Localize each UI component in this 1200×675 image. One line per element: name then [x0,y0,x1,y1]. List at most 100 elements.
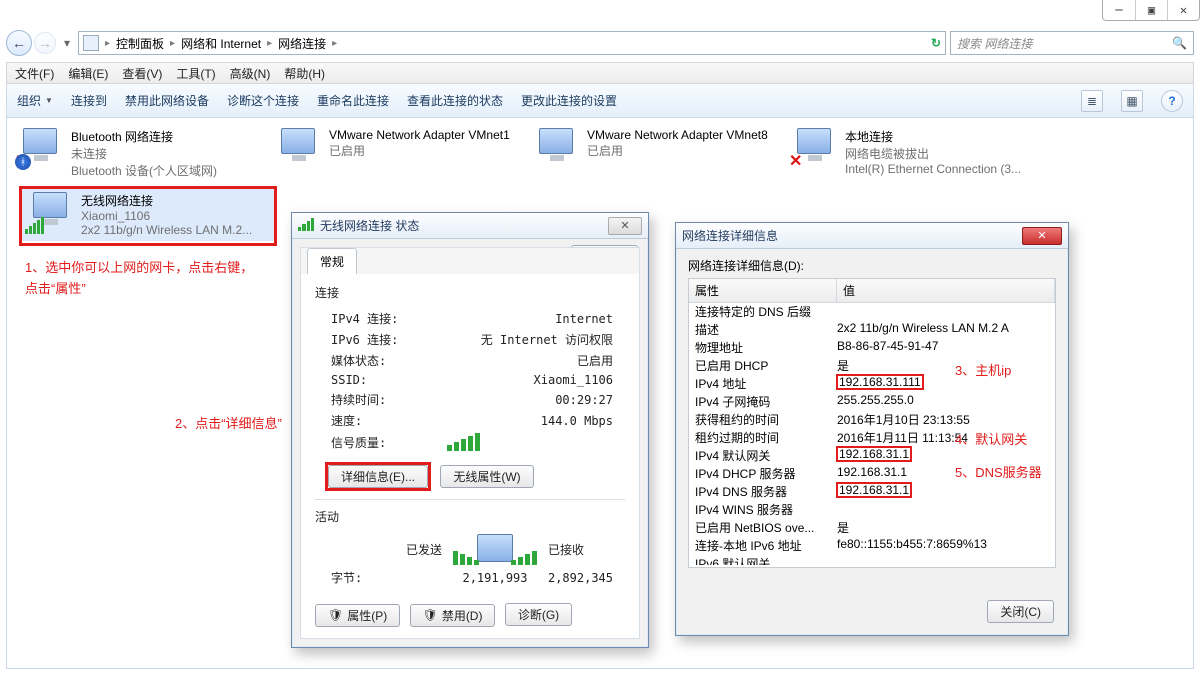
toolbar-disable[interactable]: 禁用此网络设备 [125,92,209,109]
refresh-icon[interactable]: ↻ [931,36,941,50]
details-value: 2x2 11b/g/n Wireless LAN M.2 A [837,321,1055,338]
wireless-properties-button[interactable]: 无线属性(W) [440,465,533,488]
adapter-list: ✕ᚼ Bluetooth 网络连接 未连接 Bluetooth 设备(个人区域网… [11,124,1189,183]
dialog-title: 无线网络连接 状态 [320,217,419,234]
adapter-bluetooth[interactable]: ✕ᚼ Bluetooth 网络连接 未连接 Bluetooth 设备(个人区域网… [11,124,261,183]
bytes-sent: 2,191,993 [444,568,546,587]
details-value: B8-86-87-45-91-47 [837,339,1055,356]
adapter-status: 未连接 [71,145,217,162]
signal-quality-label: 信号质量: [317,432,445,452]
minimize-button[interactable]: ─ [1103,0,1135,20]
menu-tools[interactable]: 工具(T) [176,65,215,82]
menu-bar: 文件(F) 编辑(E) 查看(V) 工具(T) 高级(N) 帮助(H) [6,62,1194,84]
menu-view[interactable]: 查看(V) [122,65,162,82]
shield-icon: 🛡 [328,608,343,622]
toolbar-status[interactable]: 查看此连接的状态 [407,92,503,109]
nav-row: ← → ▾ ▸ 控制面板 ▸ 网络和 Internet ▸ 网络连接 ▸ ↻ 搜… [6,28,1194,58]
menu-help[interactable]: 帮助(H) [284,65,325,82]
wifi-icon [298,218,314,234]
details-key: 获得租约的时间 [689,411,837,428]
details-row: 连接-本地 IPv6 地址fe80::1155:b455:7:8659%13 [689,537,1055,555]
details-value: 192.168.31.111 [837,375,1055,392]
annotation-2: 2、点击“详细信息” [175,414,282,435]
details-value: 是 [837,357,1055,374]
search-placeholder: 搜索 网络连接 [957,35,1032,52]
details-key: IPv6 默认网关 [689,555,837,565]
nav-forward-button[interactable]: → [34,32,56,54]
details-value: 255.255.255.0 [837,393,1055,410]
annotation-highlight-box: 192.168.31.1 [837,483,911,497]
annotation-highlight-box [19,186,277,246]
details-close-button[interactable]: 关闭(C) [987,600,1054,623]
annotation-highlight-box: 192.168.31.111 [837,375,923,389]
crumb-2[interactable]: 网络连接 [278,35,326,52]
close-window-button[interactable]: ✕ [1167,0,1199,20]
help-icon[interactable]: ? [1161,90,1183,112]
breadcrumb[interactable]: ▸ 控制面板 ▸ 网络和 Internet ▸ 网络连接 ▸ ↻ [78,31,946,55]
preview-pane-icon[interactable]: ▦ [1121,90,1143,112]
crumb-0[interactable]: 控制面板 [116,35,164,52]
details-value [837,501,1055,518]
details-key: 物理地址 [689,339,837,356]
details-key: 描述 [689,321,837,338]
details-key: IPv4 DHCP 服务器 [689,465,837,482]
details-value [837,303,1055,320]
annotation-3: 3、主机ip [955,361,1011,382]
properties-button[interactable]: 🛡属性(P) [315,604,400,627]
content-area: ✕ᚼ Bluetooth 网络连接 未连接 Bluetooth 设备(个人区域网… [6,118,1194,669]
crumb-sep-icon: ▸ [170,38,175,49]
toolbar-connect[interactable]: 连接到 [71,92,107,109]
details-key: 连接-本地 IPv6 地址 [689,537,837,554]
crumb-1[interactable]: 网络和 Internet [181,35,261,52]
toolbar-settings[interactable]: 更改此连接的设置 [521,92,617,109]
section-activity: 活动 [315,508,625,525]
annotation-highlight-box: 详细信息(E)... [325,462,431,491]
dialog-close-button[interactable]: ✕ [608,217,642,235]
col-value[interactable]: 值 [837,279,1055,302]
computer-icon [477,534,513,562]
details-value: 是 [837,519,1055,536]
adapter-title: 本地连接 [845,128,1021,145]
view-mode-icon[interactable]: ≣ [1081,90,1103,112]
diagnose-button[interactable]: 诊断(G) [505,603,572,626]
restore-button[interactable]: ▣ [1135,0,1167,20]
menu-edit[interactable]: 编辑(E) [68,65,108,82]
adapter-status: 已启用 [587,142,768,159]
details-row: 已启用 NetBIOS ove...是 [689,519,1055,537]
adapter-title: VMware Network Adapter VMnet1 [329,128,510,142]
annotation-1: 1、选中你可以上网的网卡，点击右键，点击“属性” [25,258,265,300]
toolbar-rename[interactable]: 重命名此连接 [317,92,389,109]
window-controls: ─ ▣ ✕ [1102,0,1200,21]
col-property[interactable]: 属性 [689,279,837,302]
annotation-highlight-box: 192.168.31.1 [837,447,911,461]
dialog-close-button[interactable]: ✕ [1022,227,1062,245]
nav-back-button[interactable]: ← [6,30,32,56]
menu-advanced[interactable]: 高级(N) [230,65,271,82]
disable-button[interactable]: 🛡禁用(D) [410,604,496,627]
details-row: 描述2x2 11b/g/n Wireless LAN M.2 A [689,321,1055,339]
search-icon: 🔍 [1172,36,1187,50]
details-key: 已启用 DHCP [689,357,837,374]
tab-strip: 常规 [301,248,639,274]
toolbar-diagnose[interactable]: 诊断这个连接 [227,92,299,109]
adapter-status: 网络电缆被拔出 [845,145,1021,162]
annotation-4: 4、默认网关 [955,430,1027,451]
adapter-vmnet8[interactable]: VMware Network Adapter VMnet8 已启用 [527,124,777,183]
details-value: 2016年1月10日 23:13:55 [837,411,1055,428]
adapter-local[interactable]: ✕ 本地连接 网络电缆被拔出 Intel(R) Ethernet Connect… [785,124,1035,183]
adapter-status: 已启用 [329,142,510,159]
toolbar-organize[interactable]: 组织▼ [17,92,53,109]
details-dialog: 网络连接详细信息 ✕ 网络连接详细信息(D): 属性 值 连接特定的 DNS 后… [675,222,1069,636]
annotation-5: 5、DNS服务器 [955,463,1042,484]
adapter-vmnet1[interactable]: VMware Network Adapter VMnet1 已启用 [269,124,519,183]
nav-history-button[interactable]: ▾ [60,30,74,56]
details-row: IPv4 DNS 服务器192.168.31.1 [689,483,1055,501]
sent-bars-icon [453,551,479,565]
details-button[interactable]: 详细信息(E)... [328,465,428,488]
recv-bars-icon [511,551,537,565]
details-row: 获得租约的时间2016年1月10日 23:13:55 [689,411,1055,429]
details-key: 租约过期的时间 [689,429,837,446]
search-input[interactable]: 搜索 网络连接 🔍 [950,31,1194,55]
menu-file[interactable]: 文件(F) [15,65,54,82]
tab-general[interactable]: 常规 [307,248,357,274]
